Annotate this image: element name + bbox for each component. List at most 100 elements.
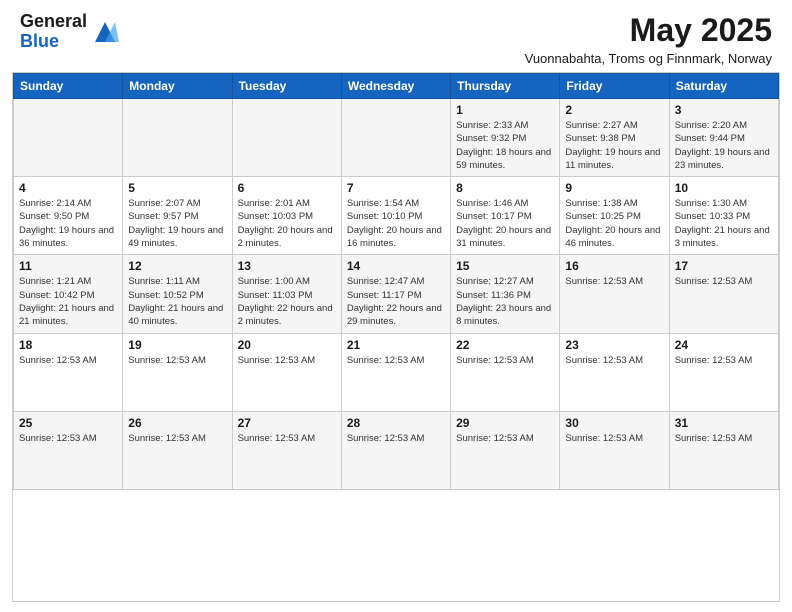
subtitle: Vuonnabahta, Troms og Finnmark, Norway xyxy=(525,51,772,66)
title-block: May 2025 Vuonnabahta, Troms og Finnmark,… xyxy=(525,12,772,66)
day-number: 23 xyxy=(565,338,663,352)
day-info: Sunrise: 2:01 AM Sunset: 10:03 PM Daylig… xyxy=(238,197,336,250)
day-number: 31 xyxy=(675,416,773,430)
day-number: 12 xyxy=(128,259,226,273)
day-cell: 28Sunrise: 12:53 AM xyxy=(341,411,450,489)
day-info: Sunrise: 12:53 AM xyxy=(456,354,554,367)
day-info: Sunrise: 1:38 AM Sunset: 10:25 PM Daylig… xyxy=(565,197,663,250)
day-info: Sunrise: 2:20 AM Sunset: 9:44 PM Dayligh… xyxy=(675,119,773,172)
day-info: Sunrise: 12:53 AM xyxy=(128,432,226,445)
day-cell: 21 Sunrise: 12:53 AM xyxy=(341,333,450,411)
day-info: Sunrise: 1:54 AM Sunset: 10:10 PM Daylig… xyxy=(347,197,445,250)
logo-text: General Blue xyxy=(20,12,87,52)
week-row-2: 4 Sunrise: 2:14 AM Sunset: 9:50 PM Daylig… xyxy=(14,177,779,255)
day-cell: 19 Sunrise: 12:53 AM xyxy=(123,333,232,411)
day-info: Sunrise: 12:53 AM xyxy=(675,354,773,367)
day-info: Sunrise: 2:33 AM Sunset: 9:32 PM Dayligh… xyxy=(456,119,554,172)
day-cell: 26 Sunrise: 12:53 AM xyxy=(123,411,232,489)
day-info: Sunrise: 1:46 AM Sunset: 10:17 PM Daylig… xyxy=(456,197,554,250)
day-cell: 13 Sunrise: 1:00 AM Sunset: 11:03 PM Dayl… xyxy=(232,255,341,333)
day-cell: 25Sunrise: 12:53 AM xyxy=(14,411,123,489)
day-info: Sunrise: 1:30 AM Sunset: 10:33 PM Daylig… xyxy=(675,197,773,250)
day-number: 25 xyxy=(19,416,117,430)
day-cell: 14Sunrise: 12:47 AM Sunset: 11:17 PM Day… xyxy=(341,255,450,333)
day-info: Sunrise: 12:53 AM xyxy=(456,432,554,445)
day-info: Sunrise: 12:53 AM xyxy=(238,354,336,367)
day-number: 17 xyxy=(675,259,773,273)
page: General Blue May 2025 Vuonnabahta, Troms… xyxy=(0,0,792,612)
day-number: 22 xyxy=(456,338,554,352)
day-cell: 30 Sunrise: 12:53 AM xyxy=(560,411,669,489)
day-cell: 27Sunrise: 12:53 AM xyxy=(232,411,341,489)
day-number: 29 xyxy=(456,416,554,430)
day-cell: 18Sunrise: 12:53 AM xyxy=(14,333,123,411)
day-cell xyxy=(232,99,341,177)
header: General Blue May 2025 Vuonnabahta, Troms… xyxy=(0,0,792,72)
day-info: Sunrise: 1:21 AM Sunset: 10:42 PM Daylig… xyxy=(19,275,117,328)
day-number: 2 xyxy=(565,103,663,117)
day-info: Sunrise: 12:53 AM xyxy=(565,432,663,445)
day-cell: 6 Sunrise: 2:01 AM Sunset: 10:03 PM Dayli… xyxy=(232,177,341,255)
weekday-header-wednesday: Wednesday xyxy=(341,74,450,99)
day-number: 26 xyxy=(128,416,226,430)
day-number: 4 xyxy=(19,181,117,195)
logo-blue: Blue xyxy=(20,32,87,52)
day-number: 11 xyxy=(19,259,117,273)
day-info: Sunrise: 1:11 AM Sunset: 10:52 PM Daylig… xyxy=(128,275,226,328)
day-cell: 9Sunrise: 1:38 AM Sunset: 10:25 PM Dayli… xyxy=(560,177,669,255)
day-cell: 8 Sunrise: 1:46 AM Sunset: 10:17 PM Dayli… xyxy=(451,177,560,255)
day-number: 21 xyxy=(347,338,445,352)
day-info: Sunrise: 12:53 AM xyxy=(675,275,773,288)
day-info: Sunrise: 12:53 AM xyxy=(347,432,445,445)
day-number: 14 xyxy=(347,259,445,273)
day-info: Sunrise: 12:53 AM xyxy=(565,354,663,367)
day-number: 16 xyxy=(565,259,663,273)
day-number: 19 xyxy=(128,338,226,352)
day-info: Sunrise: 2:07 AM Sunset: 9:57 PM Dayligh… xyxy=(128,197,226,250)
week-row-5: 25Sunrise: 12:53 AM26Sunrise: 12:53 AM27… xyxy=(14,411,779,489)
weekday-header-sunday: Sunday xyxy=(14,74,123,99)
logo: General Blue xyxy=(20,12,119,52)
day-info: Sunrise: 12:53 AM xyxy=(238,432,336,445)
day-number: 30 xyxy=(565,416,663,430)
day-cell: 23 Sunrise: 12:53 AM xyxy=(560,333,669,411)
calendar-table: SundayMondayTuesdayWednesdayThursdayFrid… xyxy=(13,73,779,490)
day-cell: 20 Sunrise: 12:53 AM xyxy=(232,333,341,411)
day-info: Sunrise: 12:53 AM xyxy=(128,354,226,367)
day-info: Sunrise: 1:00 AM Sunset: 11:03 PM Daylig… xyxy=(238,275,336,328)
day-cell: 16 Sunrise: 12:53 AM xyxy=(560,255,669,333)
calendar-header: SundayMondayTuesdayWednesdayThursdayFrid… xyxy=(14,74,779,99)
day-number: 10 xyxy=(675,181,773,195)
day-number: 1 xyxy=(456,103,554,117)
day-cell: 22 Sunrise: 12:53 AM xyxy=(451,333,560,411)
weekday-row: SundayMondayTuesdayWednesdayThursdayFrid… xyxy=(14,74,779,99)
day-cell xyxy=(341,99,450,177)
day-number: 6 xyxy=(238,181,336,195)
day-cell: 15Sunrise: 12:27 AM Sunset: 11:36 PM Day… xyxy=(451,255,560,333)
day-number: 5 xyxy=(128,181,226,195)
day-cell: 4 Sunrise: 2:14 AM Sunset: 9:50 PM Daylig… xyxy=(14,177,123,255)
day-cell xyxy=(14,99,123,177)
weekday-header-friday: Friday xyxy=(560,74,669,99)
day-number: 13 xyxy=(238,259,336,273)
day-cell: 5 Sunrise: 2:07 AM Sunset: 9:57 PM Daylig… xyxy=(123,177,232,255)
day-info: Sunrise: 2:14 AM Sunset: 9:50 PM Dayligh… xyxy=(19,197,117,250)
day-cell: 24Sunrise: 12:53 AM xyxy=(669,333,778,411)
day-cell: 12 Sunrise: 1:11 AM Sunset: 10:52 PM Dayl… xyxy=(123,255,232,333)
calendar-body: 1 Sunrise: 2:33 AM Sunset: 9:32 PM Daylig… xyxy=(14,99,779,490)
calendar: SundayMondayTuesdayWednesdayThursdayFrid… xyxy=(12,72,780,602)
weekday-header-saturday: Saturday xyxy=(669,74,778,99)
day-cell: 1 Sunrise: 2:33 AM Sunset: 9:32 PM Daylig… xyxy=(451,99,560,177)
weekday-header-monday: Monday xyxy=(123,74,232,99)
day-info: Sunrise: 12:53 AM xyxy=(19,354,117,367)
day-cell: 31 Sunrise: 12:53 AM xyxy=(669,411,778,489)
day-cell: 3Sunrise: 2:20 AM Sunset: 9:44 PM Daylig… xyxy=(669,99,778,177)
week-row-3: 11 Sunrise: 1:21 AM Sunset: 10:42 PM Dayl… xyxy=(14,255,779,333)
day-info: Sunrise: 12:53 AM xyxy=(347,354,445,367)
day-number: 20 xyxy=(238,338,336,352)
week-row-4: 18Sunrise: 12:53 AM19Sunrise: 12:53 AM20… xyxy=(14,333,779,411)
day-info: Sunrise: 12:53 AM xyxy=(565,275,663,288)
day-info: Sunrise: 12:53 AM xyxy=(675,432,773,445)
day-cell xyxy=(123,99,232,177)
day-number: 8 xyxy=(456,181,554,195)
